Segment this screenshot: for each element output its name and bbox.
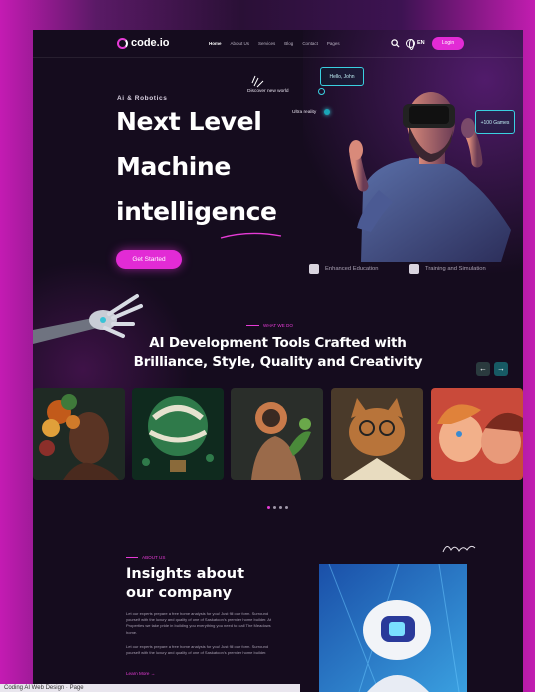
logo-text: code.io — [131, 37, 170, 49]
gallery-card-cat[interactable] — [331, 388, 423, 480]
gallery-card-woman-flowers[interactable] — [33, 388, 125, 480]
games-badge: +100 Games — [475, 110, 515, 134]
pagination-dot[interactable] — [279, 506, 282, 509]
signature-scribble — [442, 545, 476, 553]
discover-label: Discover new world — [247, 89, 289, 94]
feature-enhanced-education: Enhanced Education — [309, 264, 379, 274]
get-started-button[interactable]: Get Started — [116, 250, 182, 269]
gallery-card-astronaut[interactable] — [231, 388, 323, 480]
feature-label: Enhanced Education — [325, 266, 379, 272]
about-paragraph-2: Let our experts prepare a free home anal… — [126, 644, 269, 656]
nav-link-pages[interactable]: Pages — [327, 41, 340, 46]
vr-person-illustration — [349, 92, 511, 262]
what-we-do-eyebrow: WHAT WE DO — [246, 323, 293, 328]
nav-link-home[interactable]: Home — [209, 41, 222, 46]
page-frame: code.io Home About Us Services Blog Cont… — [33, 30, 523, 692]
nav-link-contact[interactable]: Contact — [302, 41, 318, 46]
gallery-card-balloon[interactable] — [132, 388, 224, 480]
sparkle-icon — [251, 75, 264, 88]
logo[interactable]: code.io — [117, 37, 170, 49]
underline-swoosh — [220, 232, 282, 239]
search-icon[interactable] — [391, 39, 400, 48]
login-button[interactable]: Login — [432, 37, 464, 50]
feature-label: Training and Simulation — [425, 266, 486, 272]
nav-link-about[interactable]: About Us — [231, 41, 250, 46]
hello-badge: Hello, John — [320, 67, 364, 86]
nav-link-services[interactable]: Services — [258, 41, 275, 46]
section-title-line2: Brilliance, Style, Quality and Creativit… — [133, 354, 423, 370]
main-menu: Home About Us Services Blog Contact Page… — [209, 41, 340, 46]
about-us-eyebrow: ABOUT US — [126, 555, 165, 560]
image-caption: Coding AI Web Design · Page — [0, 684, 300, 692]
section-title-line1: AI Development Tools Crafted with — [149, 335, 407, 351]
about-title-line2: our company — [126, 585, 233, 601]
image-gallery — [33, 388, 523, 480]
carousel-next-button[interactable]: → — [494, 362, 508, 376]
nav-link-blog[interactable]: Blog — [284, 41, 293, 46]
hero-title-line2: Machine — [116, 152, 231, 181]
simulation-icon — [409, 264, 419, 274]
globe-icon[interactable] — [406, 39, 415, 50]
pagination-dot[interactable] — [285, 506, 288, 509]
about-title-line1: Insights about — [126, 566, 245, 582]
language-selector[interactable]: EN — [417, 40, 425, 46]
hero-tagline: Ai & Robotics — [117, 95, 168, 102]
logo-icon — [117, 37, 128, 49]
top-nav: code.io Home About Us Services Blog Cont… — [33, 30, 523, 58]
robot-image — [319, 564, 467, 692]
hero-title-line1: Next Level — [116, 107, 262, 136]
carousel-pagination — [267, 506, 288, 509]
about-paragraph-1: Let our experts prepare a free home anal… — [126, 611, 272, 635]
learn-more-link[interactable]: Learn More → — [126, 671, 155, 676]
gallery-card-children[interactable] — [431, 388, 523, 480]
carousel-prev-button[interactable]: ← — [476, 362, 490, 376]
pagination-dot[interactable] — [273, 506, 276, 509]
pagination-dot[interactable] — [267, 506, 270, 509]
education-icon — [309, 264, 319, 274]
feature-training-simulation: Training and Simulation — [409, 264, 486, 274]
hero-title-line3: intelligence — [116, 197, 277, 226]
